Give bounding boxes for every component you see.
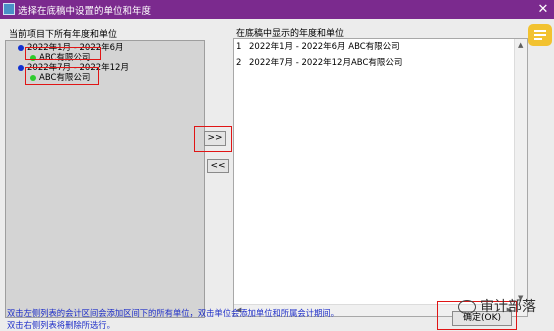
highlight-box [194,126,232,152]
window-app-icon [3,3,15,15]
scroll-up-arrow-icon[interactable]: ▲ [518,40,523,50]
list-item[interactable]: 1 2022年1月 - 2022年6月 ABC有限公司 [236,40,400,52]
selected-list[interactable]: 1 2022年1月 - 2022年6月 ABC有限公司 2 2022年7月 - 20… [233,38,528,317]
row-number: 2 [236,58,242,68]
row-number: 1 [236,42,242,52]
window-title: 选择在底稿中设置的单位和年度 [18,6,152,17]
row-text: 2022年7月 - 2022年12月ABC有限公司 [249,58,403,68]
hint-text: 双击右侧列表将删除所选行。 [7,320,115,330]
period-node-icon [18,64,24,71]
watermark: 审计部落 [458,296,536,316]
period-node-icon [18,44,24,51]
wechat-icon [458,300,476,314]
highlight-box [25,67,99,85]
dialog-body: 当前项目下所有年度和单位 2022年1月 - 2022年6月 ABC有限公司 2… [0,19,554,331]
badge-icon [528,24,552,46]
title-bar: 选择在底稿中设置的单位和年度 ✕ [0,0,554,19]
hint-text: 双击左侧列表的会计区间会添加区间下的所有单位，双击单位会添加单位和所属会计期间。 [7,308,339,318]
vertical-scrollbar[interactable]: ▲ ▼ [514,39,527,316]
left-panel-label: 当前项目下所有年度和单位 [9,30,118,40]
row-text: 2022年1月 - 2022年6月 ABC有限公司 [249,42,400,52]
highlight-box [25,47,101,60]
close-icon[interactable]: ✕ [532,0,554,19]
list-item[interactable]: 2 2022年7月 - 2022年12月ABC有限公司 [236,56,402,68]
watermark-text: 审计部落 [480,299,536,315]
remove-button[interactable]: << [207,159,229,173]
